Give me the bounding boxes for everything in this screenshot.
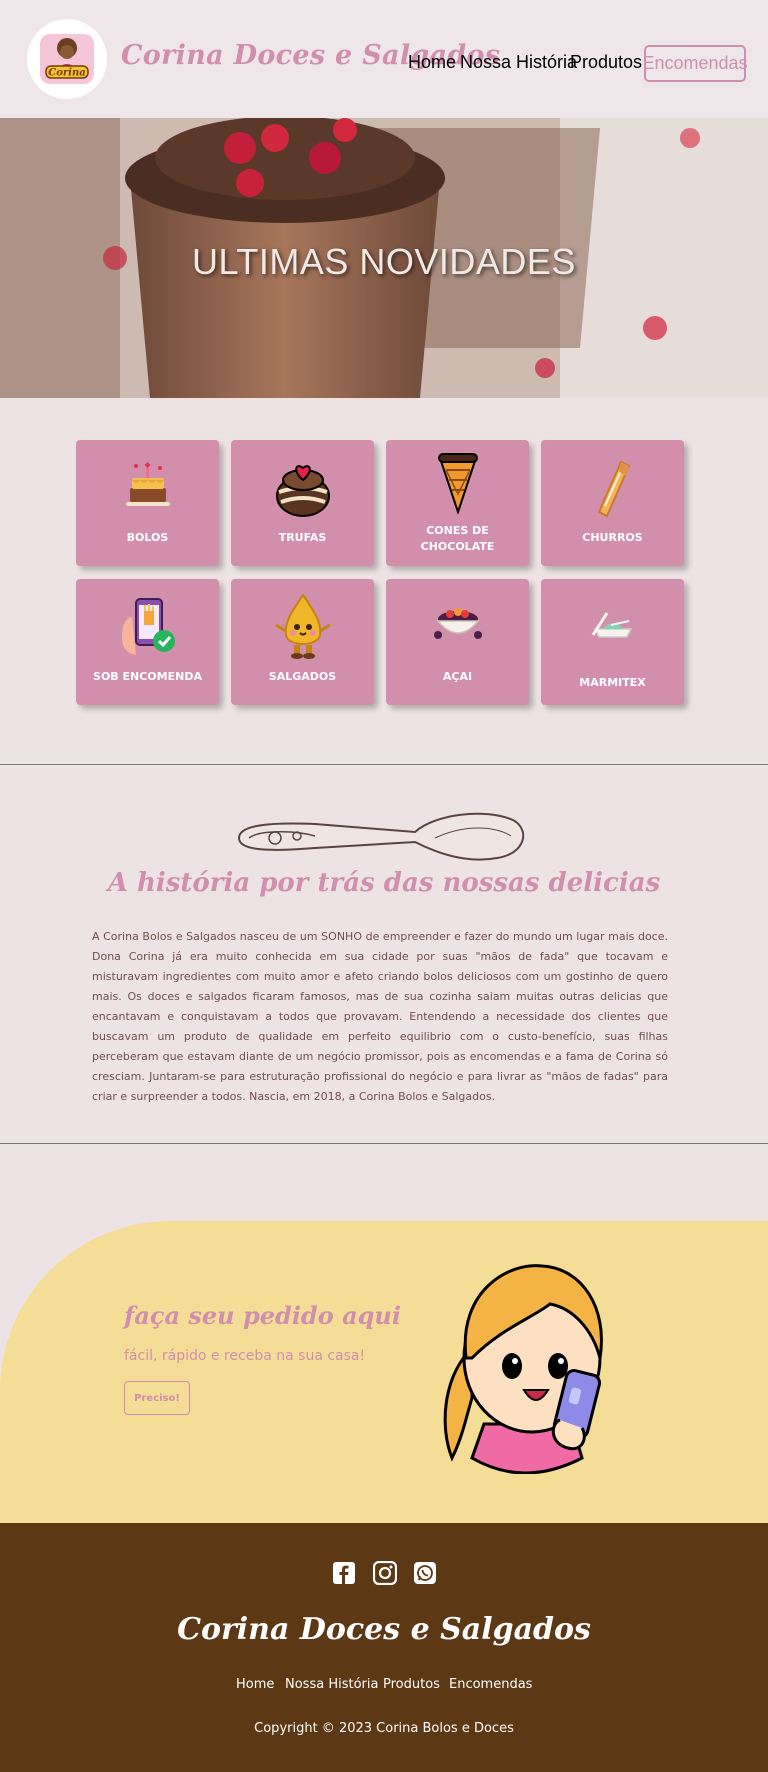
cake-icon [76,458,219,510]
product-card-marmitex[interactable]: MARMITEX [541,579,684,705]
product-card-cones[interactable]: CONES DE CHOCOLATE [386,440,529,566]
facebook-icon[interactable] [332,1561,356,1585]
product-label: SALGADOS [268,670,337,683]
story-text: A Corina Bolos e Salgados nasceu de um S… [92,930,668,1103]
spoon-icon [237,812,525,861]
product-label: BOLOS [126,531,169,544]
phone-order-icon [76,597,219,657]
logo-icon: Corina [40,34,94,84]
lunchbox-icon [541,609,684,643]
instagram-icon[interactable] [373,1561,397,1585]
order-title: faça seu pedido aqui [124,1301,401,1330]
product-card-salgados[interactable]: SALGADOS [231,579,374,705]
coxinha-icon [231,593,374,659]
product-label: CONES DE CHOCOLATE [420,524,495,553]
hero-title: ULTIMAS NOVIDADES [192,241,576,282]
logo[interactable]: Corina [27,19,107,99]
nav-produtos[interactable]: Produtos [570,52,642,73]
product-card-sob-encomenda[interactable]: SOB ENCOMENDA [76,579,219,705]
churros-icon [541,456,684,518]
acai-bowl-icon [386,605,529,645]
logo-text: Corina [48,68,85,79]
product-label: CHURROS [582,531,643,544]
product-card-acai[interactable]: AÇAI [386,579,529,705]
encomendas-button[interactable]: Encomendas [642,45,748,82]
footer-link-produtos[interactable]: Produtos [383,1677,440,1692]
divider [0,1143,768,1144]
nav-historia[interactable]: Nossa História [460,52,577,73]
order-subtitle: fácil, rápido e receba na sua casa! [124,1348,366,1364]
footer-brand: Corina Doces e Salgados [177,1612,591,1647]
cone-icon [386,450,529,514]
preciso-button[interactable]: Preciso! [124,1381,190,1415]
order-section [0,1221,768,1523]
truffle-icon [231,458,374,518]
hero-banner: ULTIMAS NOVIDADES [0,118,768,398]
story-title: A história por trás das nossas delicias [107,868,661,898]
footer-link-historia[interactable]: Nossa História [285,1677,378,1692]
product-label: MARMITEX [579,676,646,689]
product-card-churros[interactable]: CHURROS [541,440,684,566]
girl-with-phone-illustration [443,1264,603,1474]
footer-link-home[interactable]: Home [236,1677,274,1692]
product-card-bolos[interactable]: BOLOS [76,440,219,566]
product-label: AÇAI [442,670,473,683]
nav-home[interactable]: Home [408,52,456,73]
footer-link-encomendas[interactable]: Encomendas [449,1677,532,1692]
product-label: TRUFAS [278,531,327,544]
whatsapp-icon[interactable] [413,1561,437,1585]
product-label: SOB ENCOMENDA [93,670,202,683]
product-card-trufas[interactable]: TRUFAS [231,440,374,566]
copyright: Copyright © 2023 Corina Bolos e Doces [254,1721,514,1736]
site-header: Corina Corina Doces e Salgados Home Noss… [0,0,768,118]
divider [0,764,768,765]
